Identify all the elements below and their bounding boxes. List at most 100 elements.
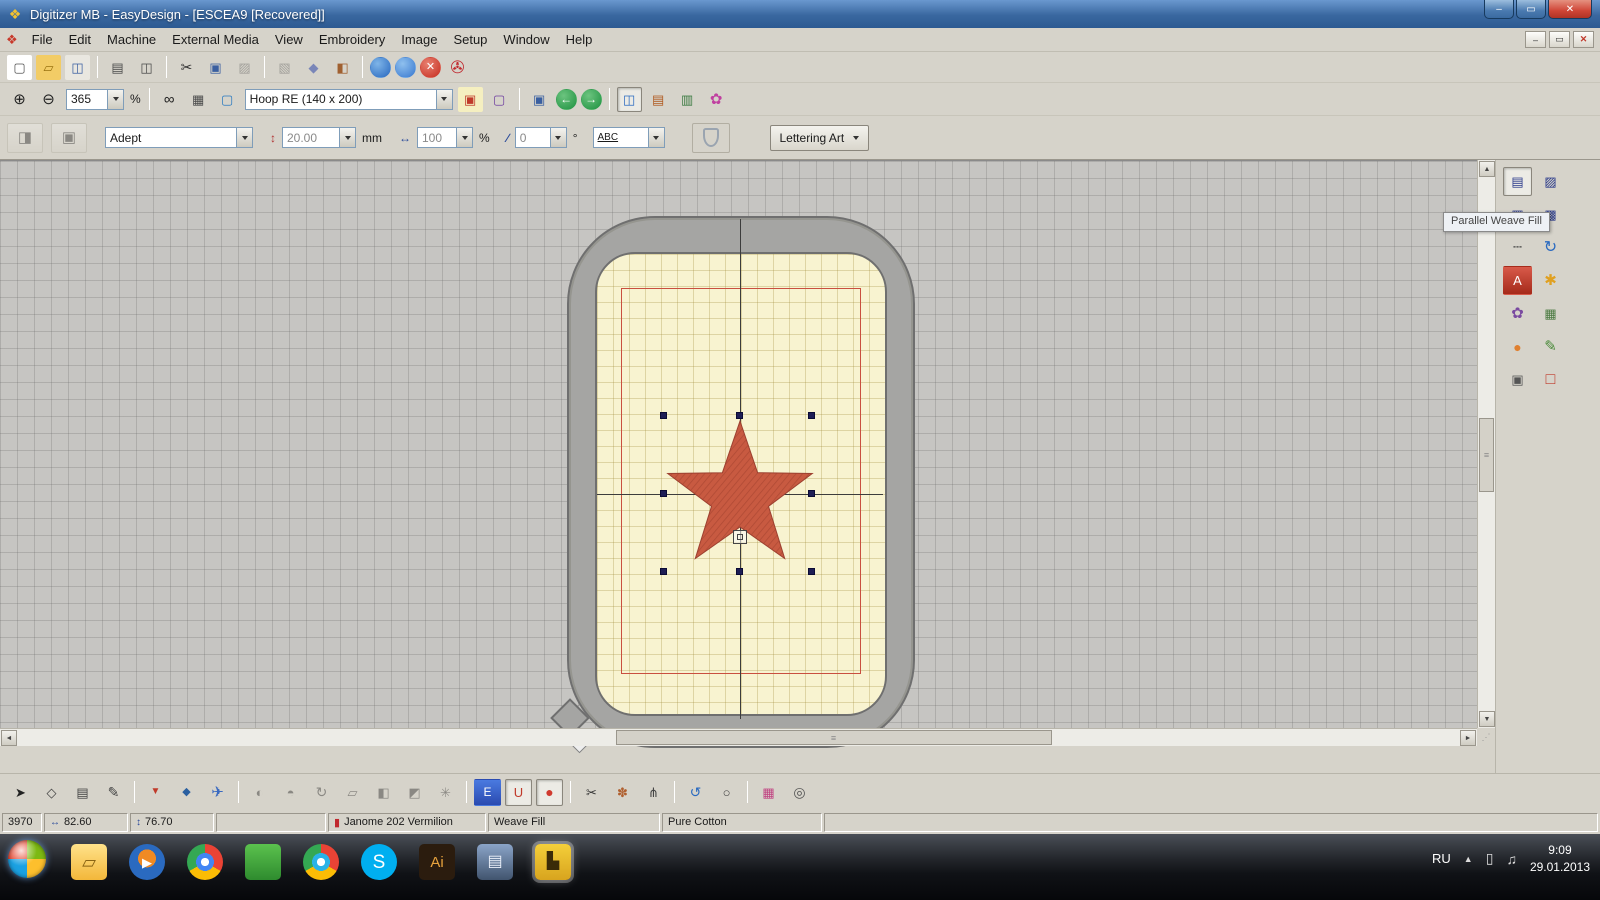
scroll-left-button[interactable]: ◄ bbox=[1, 730, 17, 746]
hoop-settings-icon[interactable]: ▣ bbox=[458, 87, 483, 112]
volume-icon[interactable]: ♫ bbox=[1506, 851, 1517, 867]
menu-item-help[interactable]: Help bbox=[558, 30, 601, 49]
document-icon[interactable]: ❖ bbox=[6, 32, 18, 48]
restore-button[interactable]: ▭ bbox=[1516, 0, 1546, 19]
minimize-button[interactable]: – bbox=[1484, 0, 1514, 19]
menu-item-external-media[interactable]: External Media bbox=[164, 30, 267, 49]
tray-expand-icon[interactable]: ▲ bbox=[1464, 854, 1473, 864]
insert-object-icon[interactable]: ▤ bbox=[69, 779, 96, 806]
print-icon[interactable]: ▤ bbox=[105, 55, 130, 80]
applique-tool-icon[interactable]: ✿ bbox=[1503, 299, 1532, 328]
menu-item-view[interactable]: View bbox=[267, 30, 311, 49]
object-properties-icon[interactable]: ▣ bbox=[527, 87, 552, 112]
baseline-combo[interactable]: ABC bbox=[593, 127, 665, 148]
design-world-icon[interactable] bbox=[395, 57, 416, 78]
star-burst-icon[interactable]: ✱ bbox=[1536, 266, 1565, 295]
zoom-level-combo[interactable]: 365 bbox=[66, 89, 124, 110]
design-canvas[interactable] bbox=[0, 160, 1477, 728]
open-design-icon[interactable]: ▱ bbox=[36, 55, 61, 80]
stitch-player-icon[interactable]: ✈ bbox=[204, 779, 231, 806]
illustrator-icon[interactable]: Ai bbox=[419, 844, 455, 880]
sequence-by-order-icon[interactable]: ▥ bbox=[675, 87, 700, 112]
circular-array-icon[interactable]: ↻ bbox=[1536, 233, 1565, 262]
selection-handle-sw[interactable] bbox=[660, 568, 667, 575]
letter-height-combo-button[interactable] bbox=[339, 128, 355, 147]
menu-item-window[interactable]: Window bbox=[495, 30, 557, 49]
design-flower-icon[interactable]: ✿ bbox=[704, 87, 729, 112]
color-mosaic-icon[interactable]: ▦ bbox=[755, 779, 782, 806]
mdi-close-button[interactable]: ✕ bbox=[1573, 31, 1594, 48]
selection-handle-s[interactable] bbox=[736, 568, 743, 575]
pattern-stamp-icon[interactable]: ▦ bbox=[1536, 299, 1565, 328]
selection-handle-se[interactable] bbox=[808, 568, 815, 575]
start-button[interactable] bbox=[8, 840, 46, 878]
end-marker-icon[interactable]: ◆ bbox=[173, 779, 200, 806]
overlap-objects-icon[interactable]: ◫ bbox=[617, 87, 642, 112]
mdi-minimize-button[interactable]: – bbox=[1525, 31, 1546, 48]
menu-item-image[interactable]: Image bbox=[393, 30, 445, 49]
copy-icon[interactable]: ▣ bbox=[203, 55, 228, 80]
embroidery-machine-icon[interactable]: ✇ bbox=[445, 55, 470, 80]
close-button[interactable]: ✕ bbox=[1548, 0, 1592, 19]
language-indicator[interactable]: RU bbox=[1432, 851, 1451, 866]
freehand-draw-icon[interactable]: ✎ bbox=[1536, 332, 1565, 361]
polygon-select-icon[interactable]: ◇ bbox=[38, 779, 65, 806]
selection-handle-e[interactable] bbox=[808, 490, 815, 497]
arc-rotate-icon[interactable]: ↺ bbox=[682, 779, 709, 806]
save-design-icon[interactable]: ◫ bbox=[65, 55, 90, 80]
media-player-icon[interactable]: ▶ bbox=[129, 844, 165, 880]
hoop-layout-icon[interactable]: ◎ bbox=[786, 779, 813, 806]
cut-icon[interactable]: ✂ bbox=[174, 55, 199, 80]
scroll-down-button[interactable]: ▼ bbox=[1479, 711, 1495, 727]
chrome-secondary-icon[interactable] bbox=[303, 844, 339, 880]
letter-width-combo[interactable]: 100 bbox=[417, 127, 473, 148]
back-view-icon[interactable]: ← bbox=[556, 89, 577, 110]
sequence-by-color-icon[interactable]: ▤ bbox=[646, 87, 671, 112]
new-design-icon[interactable]: ▢ bbox=[7, 55, 32, 80]
zoom-combo-button[interactable] bbox=[107, 90, 123, 109]
stitch-glasses-icon[interactable]: ∞ bbox=[157, 87, 182, 112]
chrome-icon[interactable] bbox=[187, 844, 223, 880]
color-frame-icon[interactable]: □ bbox=[1536, 365, 1565, 394]
color-palette-icon[interactable]: ✽ bbox=[609, 779, 636, 806]
selection-handle-w[interactable] bbox=[660, 490, 667, 497]
green-app-icon[interactable] bbox=[245, 844, 281, 880]
letter-width-combo-button[interactable] bbox=[456, 128, 472, 147]
clock[interactable]: 9:09 29.01.2013 bbox=[1530, 842, 1590, 876]
select-object-icon[interactable]: ➤ bbox=[7, 779, 34, 806]
forward-view-icon[interactable]: → bbox=[581, 89, 602, 110]
monogramming-button[interactable] bbox=[692, 123, 730, 153]
color-film-icon[interactable]: ◧ bbox=[330, 55, 355, 80]
vertical-scrollbar[interactable]: ▲ ≡ ▼ bbox=[1477, 160, 1495, 728]
thread-colors-icon[interactable]: E bbox=[474, 779, 501, 806]
stitch-color-icon[interactable]: ● bbox=[536, 779, 563, 806]
vertical-scroll-thumb[interactable]: ≡ bbox=[1479, 418, 1494, 492]
mdi-restore-button[interactable]: ▭ bbox=[1549, 31, 1570, 48]
letter-height-combo[interactable]: 20.00 bbox=[282, 127, 356, 148]
zoom-in-icon[interactable]: ⊕ bbox=[7, 87, 32, 112]
close-design-icon[interactable]: ✕ bbox=[420, 57, 441, 78]
design-snapshot-icon[interactable]: ▣ bbox=[1503, 365, 1532, 394]
magnet-tool-icon[interactable]: U bbox=[505, 779, 532, 806]
letter-slant-combo-button[interactable] bbox=[550, 128, 566, 147]
zoom-out-icon[interactable]: ⊖ bbox=[36, 87, 61, 112]
parallel-weave-fill-icon[interactable]: ▨ bbox=[1536, 167, 1565, 196]
baseline-combo-button[interactable] bbox=[648, 128, 664, 147]
letter-slant-combo[interactable]: 0 bbox=[515, 127, 567, 148]
skype-icon[interactable]: S bbox=[361, 844, 397, 880]
lettering-art-button[interactable]: Lettering Art bbox=[770, 125, 870, 151]
branching-tool-icon[interactable]: ⋔ bbox=[640, 779, 667, 806]
rotation-center-handle[interactable] bbox=[733, 530, 747, 544]
menu-item-setup[interactable]: Setup bbox=[445, 30, 495, 49]
menu-item-file[interactable]: File bbox=[24, 30, 61, 49]
font-combo[interactable]: Adept bbox=[105, 127, 253, 148]
print-preview-icon[interactable]: ◫ bbox=[134, 55, 159, 80]
reshape-object-icon[interactable]: ✎ bbox=[100, 779, 127, 806]
cut-stitches-icon[interactable]: ✂ bbox=[578, 779, 605, 806]
lettering-tool-icon[interactable]: A bbox=[1503, 266, 1532, 295]
font-combo-button[interactable] bbox=[236, 128, 252, 147]
scroll-right-button[interactable]: ► bbox=[1460, 730, 1476, 746]
titlebar[interactable]: ❖ Digitizer MB - EasyDesign - [ESCEA9 [R… bbox=[0, 0, 1600, 28]
start-marker-icon[interactable]: ▼ bbox=[142, 779, 169, 806]
design-view-icon[interactable]: ▢ bbox=[215, 87, 240, 112]
